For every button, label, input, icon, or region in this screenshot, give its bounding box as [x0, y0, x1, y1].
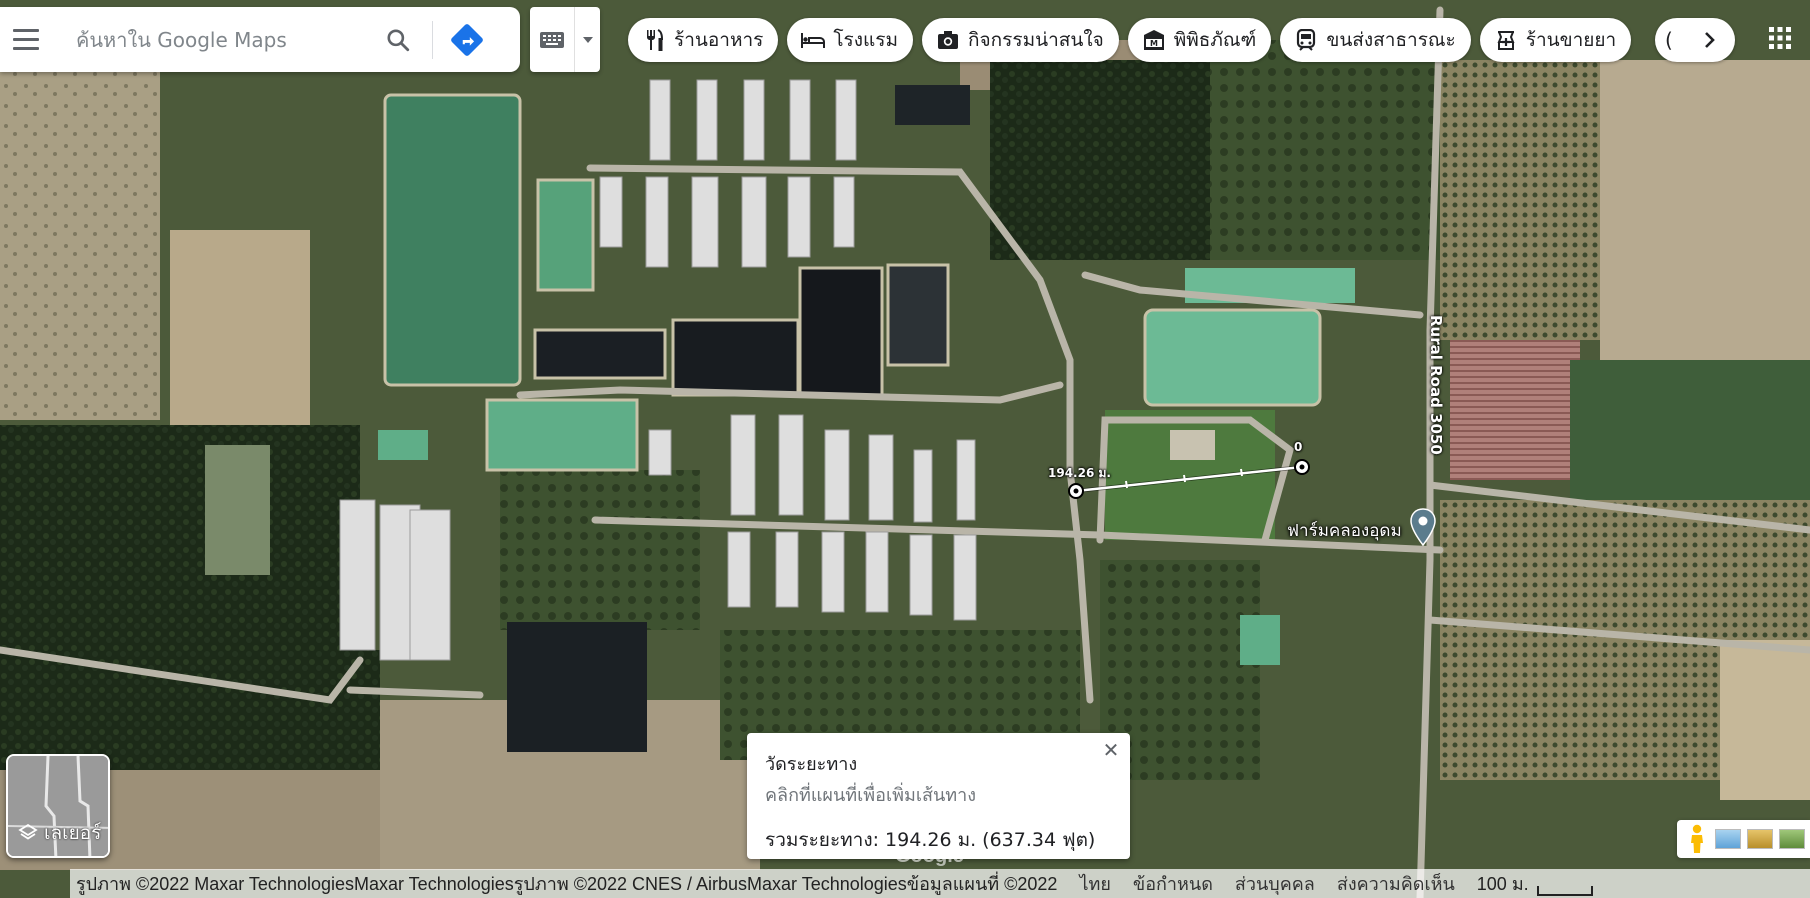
keyboard-dropdown-button[interactable] [574, 7, 600, 72]
road-label: Rural Road 3050 [1427, 315, 1445, 455]
scale-bar [1536, 886, 1593, 896]
museum-icon: M [1142, 28, 1166, 52]
next-chips-button[interactable] [1695, 25, 1725, 55]
measure-title: วัดระยะทาง [765, 754, 858, 775]
feedback-link[interactable]: ส่งความคิดเห็น [1337, 869, 1455, 898]
apps-grid-icon [1769, 27, 1791, 49]
chip-label: กิจกรรมน่าสนใจ [968, 29, 1104, 51]
chip-label: โรงแรม [833, 29, 899, 51]
chip-hotels[interactable]: โรงแรม [787, 18, 914, 62]
measure-start-label: 0 [1294, 440, 1303, 454]
hamburger-menu-icon [13, 26, 39, 53]
input-tools [530, 7, 600, 72]
chip-label: พิพิธภัณฑ์ [1173, 29, 1257, 51]
svg-text:M: M [1150, 39, 1158, 48]
caret-down-icon [582, 36, 593, 43]
imagery-thumb-3[interactable] [1779, 829, 1805, 849]
chip-partial-icon: ( [1665, 28, 1673, 52]
privacy-link[interactable]: ส่วนบุคคล [1235, 869, 1315, 898]
imagery-thumb-1[interactable] [1715, 829, 1741, 849]
attribution-bar: รูปภาพ ©2022 Maxar TechnologiesMaxar Tec… [70, 869, 1810, 898]
chip-things-to-do[interactable]: กิจกรรมน่าสนใจ [922, 18, 1119, 62]
search-button[interactable] [372, 14, 424, 66]
terms-link[interactable]: ข้อกำหนด [1133, 869, 1213, 898]
imagery-thumb-2[interactable] [1747, 829, 1773, 849]
apps-button[interactable] [1762, 20, 1798, 56]
chip-overflow[interactable]: ( [1655, 18, 1735, 62]
chip-museums[interactable]: M พิพิธภัณฑ์ [1127, 18, 1272, 62]
google-watermark: Google [895, 845, 964, 867]
chip-label: ร้านอาหาร [674, 29, 764, 51]
close-measure-button[interactable]: ✕ [1098, 737, 1124, 763]
directions-button[interactable] [441, 14, 493, 66]
copyright-text: รูปภาพ ©2022 Maxar TechnologiesMaxar Tec… [76, 874, 1058, 894]
layers-icon [18, 823, 38, 840]
restaurant-icon [642, 28, 666, 52]
measure-end-label: 194.26 ม. [1048, 466, 1111, 480]
measure-distance-panel: ✕ วัดระยะทาง คลิกที่แผนที่เพื่อเพิ่มเส้น… [747, 733, 1130, 859]
scale-label: 100 ม. [1476, 874, 1529, 894]
camera-icon [936, 28, 960, 52]
place-label[interactable]: ฟาร์มคลองอุดม [1287, 517, 1402, 544]
transit-icon [1294, 28, 1318, 52]
search-divider [432, 20, 433, 59]
close-icon: ✕ [1102, 738, 1120, 762]
measure-instruction: คลิกที่แผนที่เพื่อเพิ่มเส้นทาง [765, 785, 977, 806]
category-chips: ร้านอาหาร โรงแรม กิจกรรมน่าสนใจ M พิพิธภ… [628, 18, 1632, 62]
chip-label: ขนส่งสาธารณะ [1326, 29, 1456, 51]
chip-restaurants[interactable]: ร้านอาหาร [628, 18, 779, 62]
pegman-icon [1691, 824, 1703, 853]
search-input[interactable] [52, 27, 372, 52]
chip-transit[interactable]: ขนส่งสาธารณะ [1280, 18, 1471, 62]
chevron-right-icon [1705, 32, 1715, 48]
search-icon [387, 28, 410, 51]
imagery-controls [1677, 820, 1810, 858]
chip-pharmacy[interactable]: ร้านขายยา [1479, 18, 1632, 62]
layers-label: เลเยอร์ [44, 822, 102, 844]
scale-indicator[interactable]: 100 ม. [1477, 869, 1593, 898]
place-pin-icon[interactable] [1410, 508, 1436, 546]
menu-button[interactable] [0, 7, 52, 72]
keyboard-icon [540, 31, 564, 48]
hotel-icon [801, 28, 826, 52]
keyboard-button[interactable] [530, 7, 574, 72]
search-box [0, 7, 520, 72]
pegman-button[interactable] [1685, 823, 1709, 855]
layers-button[interactable]: เลเยอร์ [6, 754, 110, 858]
directions-icon [451, 23, 483, 56]
language-link[interactable]: ไทย [1079, 869, 1110, 898]
pharmacy-icon [1494, 28, 1518, 52]
chip-label: ร้านขายยา [1525, 29, 1617, 51]
